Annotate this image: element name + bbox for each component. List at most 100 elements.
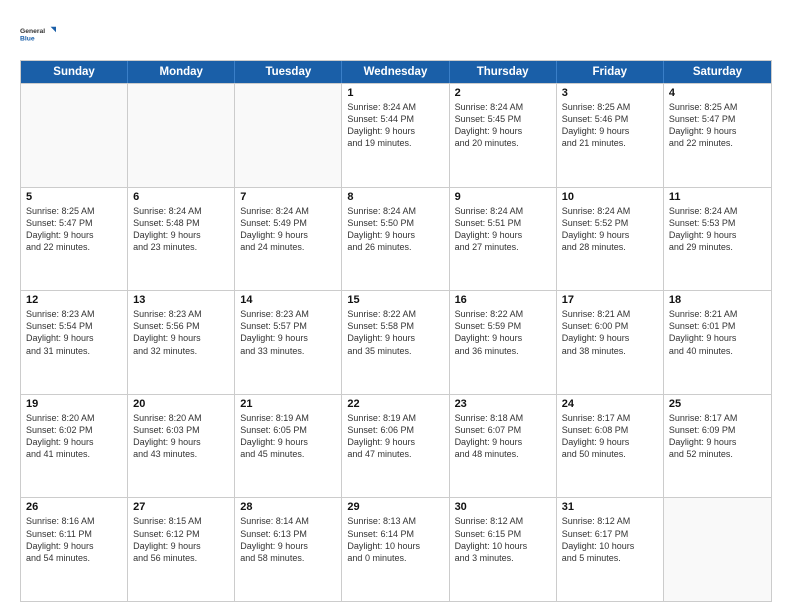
calendar-empty-4-6 [664, 498, 771, 601]
day-number-29: 29 [347, 501, 443, 513]
weekday-header-wednesday: Wednesday [342, 61, 449, 83]
calendar: SundayMondayTuesdayWednesdayThursdayFrid… [20, 60, 772, 602]
day-info-23: Sunrise: 8:18 AMSunset: 6:07 PMDaylight:… [455, 412, 551, 461]
day-info-30: Sunrise: 8:12 AMSunset: 6:15 PMDaylight:… [455, 515, 551, 564]
day-number-17: 17 [562, 294, 658, 306]
day-number-19: 19 [26, 398, 122, 410]
calendar-body: 1 Sunrise: 8:24 AMSunset: 5:44 PMDaylight… [21, 83, 771, 601]
logo: General Blue [20, 16, 56, 52]
svg-text:Blue: Blue [20, 35, 35, 42]
weekday-header-thursday: Thursday [450, 61, 557, 83]
day-number-2: 2 [455, 87, 551, 99]
calendar-empty-0-1 [128, 84, 235, 187]
day-number-23: 23 [455, 398, 551, 410]
day-info-12: Sunrise: 8:23 AMSunset: 5:54 PMDaylight:… [26, 308, 122, 357]
day-number-20: 20 [133, 398, 229, 410]
day-number-10: 10 [562, 191, 658, 203]
calendar-day-8: 8 Sunrise: 8:24 AMSunset: 5:50 PMDaylight… [342, 188, 449, 291]
calendar-day-6: 6 Sunrise: 8:24 AMSunset: 5:48 PMDaylight… [128, 188, 235, 291]
calendar-day-5: 5 Sunrise: 8:25 AMSunset: 5:47 PMDaylight… [21, 188, 128, 291]
day-number-18: 18 [669, 294, 766, 306]
day-info-3: Sunrise: 8:25 AMSunset: 5:46 PMDaylight:… [562, 101, 658, 150]
day-number-13: 13 [133, 294, 229, 306]
svg-text:General: General [20, 28, 45, 35]
day-number-1: 1 [347, 87, 443, 99]
day-info-14: Sunrise: 8:23 AMSunset: 5:57 PMDaylight:… [240, 308, 336, 357]
day-number-7: 7 [240, 191, 336, 203]
calendar-header-row: SundayMondayTuesdayWednesdayThursdayFrid… [21, 61, 771, 83]
calendar-empty-0-0 [21, 84, 128, 187]
calendar-day-17: 17 Sunrise: 8:21 AMSunset: 6:00 PMDayligh… [557, 291, 664, 394]
calendar-day-19: 19 Sunrise: 8:20 AMSunset: 6:02 PMDayligh… [21, 395, 128, 498]
calendar-day-20: 20 Sunrise: 8:20 AMSunset: 6:03 PMDayligh… [128, 395, 235, 498]
day-info-13: Sunrise: 8:23 AMSunset: 5:56 PMDaylight:… [133, 308, 229, 357]
calendar-week-3: 12 Sunrise: 8:23 AMSunset: 5:54 PMDayligh… [21, 290, 771, 394]
day-info-28: Sunrise: 8:14 AMSunset: 6:13 PMDaylight:… [240, 515, 336, 564]
calendar-day-24: 24Sunrise: 8:17 AMSunset: 6:08 PMDayligh… [557, 395, 664, 498]
day-info-25: Sunrise: 8:17 AMSunset: 6:09 PMDaylight:… [669, 412, 766, 461]
day-number-11: 11 [669, 191, 766, 203]
logo-svg: General Blue [20, 16, 56, 52]
calendar-day-14: 14Sunrise: 8:23 AMSunset: 5:57 PMDayligh… [235, 291, 342, 394]
day-number-31: 31 [562, 501, 658, 513]
calendar-day-23: 23 Sunrise: 8:18 AMSunset: 6:07 PMDayligh… [450, 395, 557, 498]
calendar-week-2: 5 Sunrise: 8:25 AMSunset: 5:47 PMDaylight… [21, 187, 771, 291]
calendar-day-13: 13 Sunrise: 8:23 AMSunset: 5:56 PMDayligh… [128, 291, 235, 394]
weekday-header-friday: Friday [557, 61, 664, 83]
day-info-1: Sunrise: 8:24 AMSunset: 5:44 PMDaylight:… [347, 101, 443, 150]
calendar-day-18: 18 Sunrise: 8:21 AMSunset: 6:01 PMDayligh… [664, 291, 771, 394]
calendar-day-29: 29Sunrise: 8:13 AMSunset: 6:14 PMDayligh… [342, 498, 449, 601]
day-info-21: Sunrise: 8:19 AMSunset: 6:05 PMDaylight:… [240, 412, 336, 461]
day-number-12: 12 [26, 294, 122, 306]
weekday-header-tuesday: Tuesday [235, 61, 342, 83]
day-info-2: Sunrise: 8:24 AMSunset: 5:45 PMDaylight:… [455, 101, 551, 150]
day-info-31: Sunrise: 8:12 AMSunset: 6:17 PMDaylight:… [562, 515, 658, 564]
calendar-day-15: 15Sunrise: 8:22 AMSunset: 5:58 PMDayligh… [342, 291, 449, 394]
day-info-15: Sunrise: 8:22 AMSunset: 5:58 PMDaylight:… [347, 308, 443, 357]
day-info-9: Sunrise: 8:24 AMSunset: 5:51 PMDaylight:… [455, 205, 551, 254]
weekday-header-saturday: Saturday [664, 61, 771, 83]
calendar-day-1: 1 Sunrise: 8:24 AMSunset: 5:44 PMDaylight… [342, 84, 449, 187]
day-info-10: Sunrise: 8:24 AMSunset: 5:52 PMDaylight:… [562, 205, 658, 254]
calendar-day-10: 10 Sunrise: 8:24 AMSunset: 5:52 PMDayligh… [557, 188, 664, 291]
day-info-18: Sunrise: 8:21 AMSunset: 6:01 PMDaylight:… [669, 308, 766, 357]
day-number-6: 6 [133, 191, 229, 203]
day-number-9: 9 [455, 191, 551, 203]
day-info-11: Sunrise: 8:24 AMSunset: 5:53 PMDaylight:… [669, 205, 766, 254]
day-info-7: Sunrise: 8:24 AMSunset: 5:49 PMDaylight:… [240, 205, 336, 254]
day-info-8: Sunrise: 8:24 AMSunset: 5:50 PMDaylight:… [347, 205, 443, 254]
calendar-day-12: 12 Sunrise: 8:23 AMSunset: 5:54 PMDayligh… [21, 291, 128, 394]
day-number-4: 4 [669, 87, 766, 99]
day-info-4: Sunrise: 8:25 AMSunset: 5:47 PMDaylight:… [669, 101, 766, 150]
day-number-30: 30 [455, 501, 551, 513]
day-number-28: 28 [240, 501, 336, 513]
day-number-5: 5 [26, 191, 122, 203]
calendar-day-25: 25 Sunrise: 8:17 AMSunset: 6:09 PMDayligh… [664, 395, 771, 498]
day-number-25: 25 [669, 398, 766, 410]
calendar-day-11: 11 Sunrise: 8:24 AMSunset: 5:53 PMDayligh… [664, 188, 771, 291]
day-info-5: Sunrise: 8:25 AMSunset: 5:47 PMDaylight:… [26, 205, 122, 254]
calendar-day-2: 2 Sunrise: 8:24 AMSunset: 5:45 PMDaylight… [450, 84, 557, 187]
day-number-22: 22 [347, 398, 443, 410]
day-number-21: 21 [240, 398, 336, 410]
calendar-week-4: 19 Sunrise: 8:20 AMSunset: 6:02 PMDayligh… [21, 394, 771, 498]
calendar-week-5: 26 Sunrise: 8:16 AMSunset: 6:11 PMDayligh… [21, 497, 771, 601]
day-number-8: 8 [347, 191, 443, 203]
day-info-16: Sunrise: 8:22 AMSunset: 5:59 PMDaylight:… [455, 308, 551, 357]
day-number-26: 26 [26, 501, 122, 513]
calendar-day-4: 4 Sunrise: 8:25 AMSunset: 5:47 PMDaylight… [664, 84, 771, 187]
day-info-19: Sunrise: 8:20 AMSunset: 6:02 PMDaylight:… [26, 412, 122, 461]
calendar-day-30: 30 Sunrise: 8:12 AMSunset: 6:15 PMDayligh… [450, 498, 557, 601]
calendar-day-9: 9 Sunrise: 8:24 AMSunset: 5:51 PMDaylight… [450, 188, 557, 291]
day-info-20: Sunrise: 8:20 AMSunset: 6:03 PMDaylight:… [133, 412, 229, 461]
day-info-27: Sunrise: 8:15 AMSunset: 6:12 PMDaylight:… [133, 515, 229, 564]
day-number-3: 3 [562, 87, 658, 99]
calendar-day-27: 27 Sunrise: 8:15 AMSunset: 6:12 PMDayligh… [128, 498, 235, 601]
day-number-27: 27 [133, 501, 229, 513]
calendar-day-3: 3 Sunrise: 8:25 AMSunset: 5:46 PMDaylight… [557, 84, 664, 187]
calendar-day-7: 7 Sunrise: 8:24 AMSunset: 5:49 PMDaylight… [235, 188, 342, 291]
calendar-empty-0-2 [235, 84, 342, 187]
day-info-26: Sunrise: 8:16 AMSunset: 6:11 PMDaylight:… [26, 515, 122, 564]
day-info-6: Sunrise: 8:24 AMSunset: 5:48 PMDaylight:… [133, 205, 229, 254]
day-info-17: Sunrise: 8:21 AMSunset: 6:00 PMDaylight:… [562, 308, 658, 357]
